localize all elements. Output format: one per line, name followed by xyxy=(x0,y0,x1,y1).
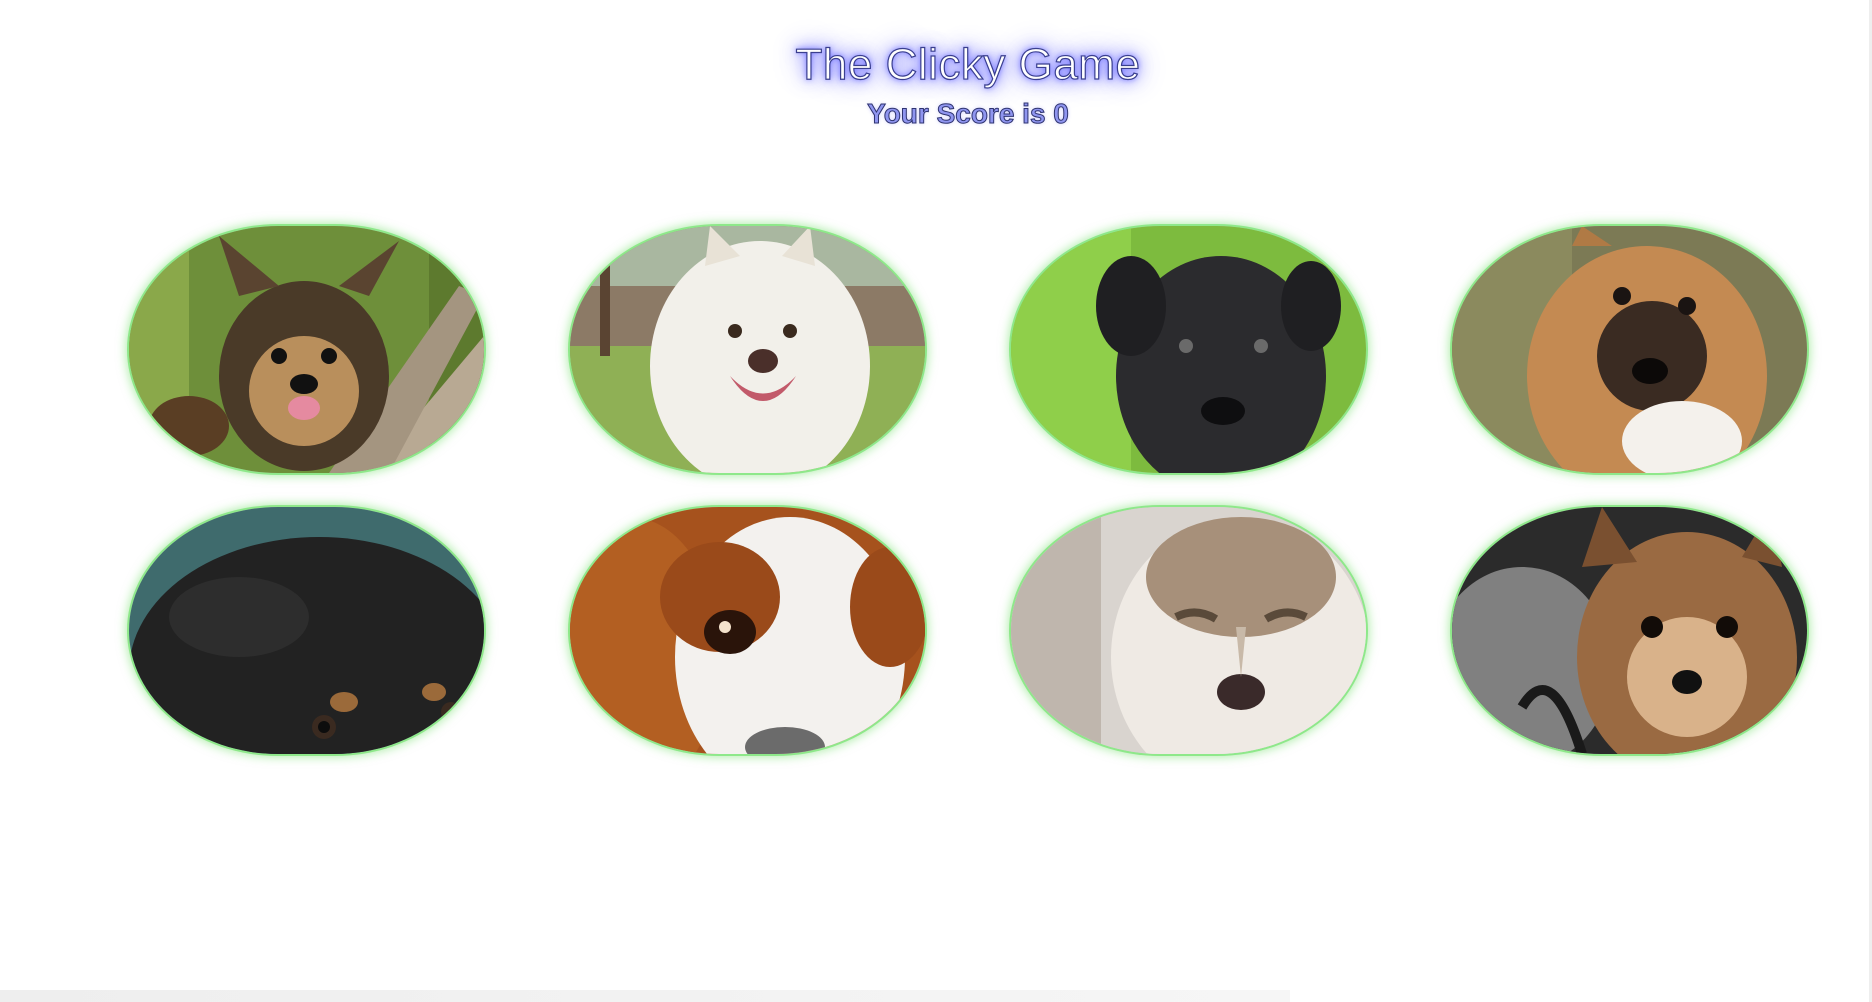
dog-card-cavalier-spaniel[interactable] xyxy=(570,507,925,754)
dog-card-black-tan-dog[interactable] xyxy=(129,507,484,754)
black-labrador-image xyxy=(1011,226,1366,473)
husky-puppy-image xyxy=(1011,507,1366,754)
cavalier-spaniel-image xyxy=(570,507,925,754)
black-tan-dog-image xyxy=(129,507,484,754)
chihuahua-image xyxy=(1452,507,1807,754)
score-display: Your Score is 0 xyxy=(867,98,1070,130)
dog-card-chihuahua[interactable] xyxy=(1452,507,1807,754)
game-header: The Clicky Game Your Score is 0 xyxy=(0,39,1872,130)
tan-puppy-image xyxy=(1452,226,1807,473)
white-puppy-image xyxy=(570,226,925,473)
yorkshire-terrier-image xyxy=(129,226,484,473)
dog-card-white-puppy[interactable] xyxy=(570,226,925,473)
game-title: The Clicky Game xyxy=(795,39,1141,89)
dog-card-tan-puppy[interactable] xyxy=(1452,226,1807,473)
card-grid xyxy=(129,226,1807,754)
horizontal-scrollbar[interactable] xyxy=(0,990,1290,1002)
dog-card-husky-puppy[interactable] xyxy=(1011,507,1366,754)
dog-card-black-labrador[interactable] xyxy=(1011,226,1366,473)
dog-card-yorkshire-terrier[interactable] xyxy=(129,226,484,473)
game-page: The Clicky Game Your Score is 0 xyxy=(0,0,1872,1002)
